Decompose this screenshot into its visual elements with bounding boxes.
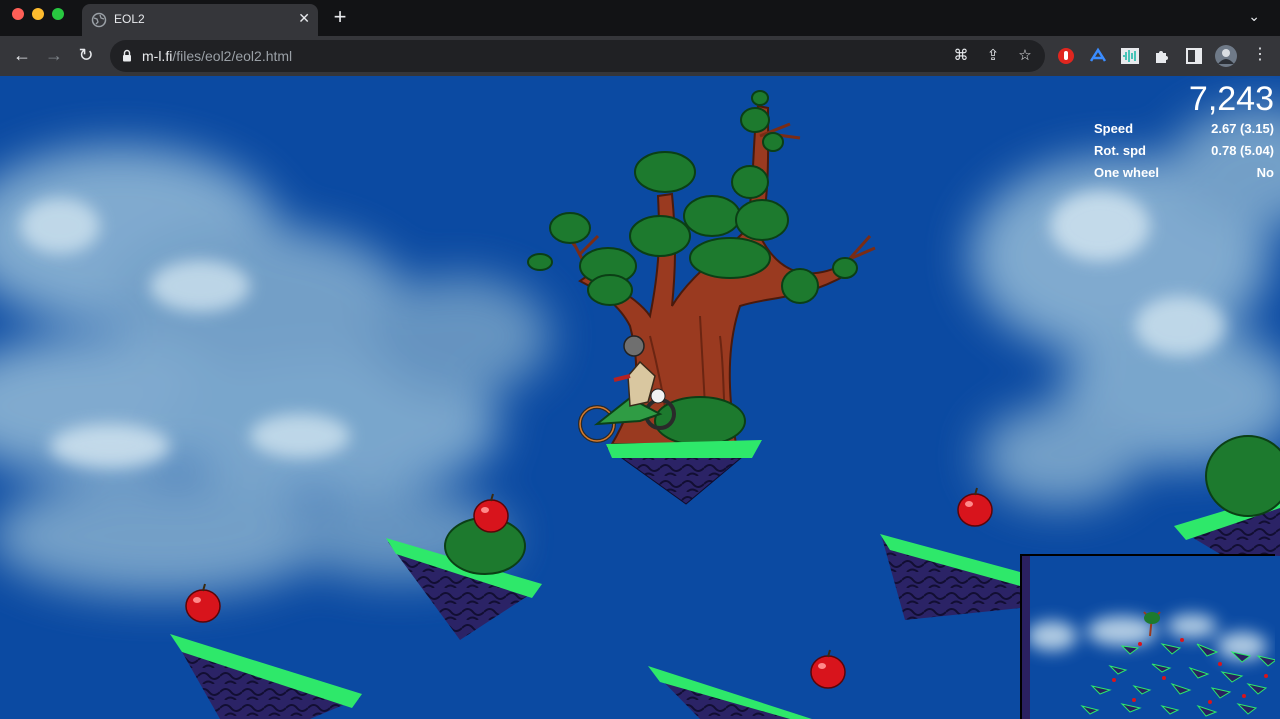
game-canvas[interactable]: 7,243 Speed 2.67 (3.15) Rot. spd 0.78 (5… (0, 76, 1280, 719)
close-window-button[interactable] (12, 8, 24, 20)
minimize-window-button[interactable] (32, 8, 44, 20)
stat-value: 0.78 (5.04) (1211, 143, 1274, 158)
tab-title: EOL2 (114, 12, 145, 26)
close-tab-icon[interactable]: ✕ (298, 10, 310, 27)
address-bar[interactable]: m-l.fi/files/eol2/eol2.html ⌘ ⇪ ☆ (110, 40, 1045, 72)
minimap (1020, 554, 1275, 719)
tab-eol2[interactable]: EOL2 ✕ (82, 4, 318, 36)
translate-icon[interactable]: ⌘ (952, 47, 970, 65)
stat-label: One wheel (1094, 165, 1160, 180)
hud: 7,243 Speed 2.67 (3.15) Rot. spd 0.78 (5… (1094, 80, 1274, 184)
reload-icon[interactable]: ↻ (74, 44, 98, 68)
stat-value: No (1256, 165, 1274, 180)
globe-icon (91, 12, 107, 28)
forward-icon[interactable]: → (42, 44, 66, 68)
browser-chrome: EOL2 ✕ + ⌄ ← → ↻ m-l.fi/files/eol2/eol2.… (0, 0, 1280, 76)
chevron-down-icon[interactable]: ⌄ (1248, 8, 1260, 25)
score-display: 7,243 (1188, 80, 1274, 118)
stat-row-speed: Speed 2.67 (3.15) (1094, 118, 1274, 140)
stat-row-rot-spd: Rot. spd 0.78 (5.04) (1094, 140, 1274, 162)
bookmark-star-icon[interactable]: ☆ (1016, 47, 1034, 65)
blue-extension-icon[interactable] (1088, 46, 1108, 66)
minimap-view (1022, 556, 1275, 719)
extensions-icon[interactable] (1152, 46, 1172, 66)
url-text: m-l.fi/files/eol2/eol2.html (142, 48, 293, 64)
stat-row-one-wheel: One wheel No (1094, 162, 1274, 184)
share-icon[interactable]: ⇪ (984, 47, 1002, 65)
back-icon[interactable]: ← (10, 44, 34, 68)
menu-dots-icon[interactable]: ⋮ (1248, 44, 1272, 68)
stat-label: Speed (1094, 121, 1134, 136)
stat-label: Rot. spd (1094, 143, 1146, 158)
avatar[interactable] (1214, 44, 1238, 68)
sidebar-icon[interactable] (1184, 46, 1204, 66)
red-extension-icon[interactable] (1056, 46, 1076, 66)
new-tab-button[interactable]: + (326, 6, 354, 30)
stat-value: 2.67 (3.15) (1211, 121, 1274, 136)
maximize-window-button[interactable] (52, 8, 64, 20)
waveform-extension-icon[interactable] (1120, 46, 1140, 66)
toolbar: ← → ↻ m-l.fi/files/eol2/eol2.html ⌘ ⇪ ☆ … (0, 36, 1280, 76)
tab-bar: EOL2 ✕ + ⌄ (0, 0, 1280, 36)
lock-icon (123, 49, 131, 62)
